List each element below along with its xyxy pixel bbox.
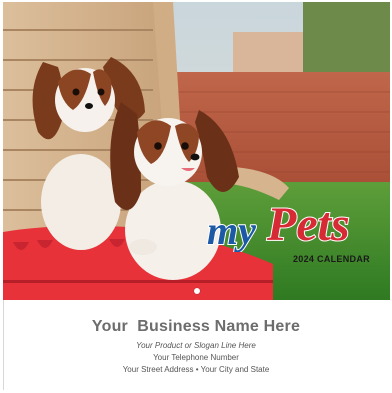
slogan-line: Your Product or Slogan Line Here [136,341,256,350]
logo-pets-text: Pets [266,198,350,251]
imprint-area: Your Business Name Here Your Product or … [0,318,392,374]
calendar-year-label: 2024 CALENDAR [293,254,370,264]
page-indicator-dot[interactable] [194,288,200,294]
address-line: Your Street Address • Your City and Stat… [122,365,270,374]
phone-line: Your Telephone Number [153,353,239,362]
mypets-logo-mark: my Pets [206,197,351,254]
mypets-logo: my Pets 2024 CALENDAR [205,192,385,277]
logo-my-text: my [207,208,256,252]
business-name: Your Business Name Here [91,318,301,335]
